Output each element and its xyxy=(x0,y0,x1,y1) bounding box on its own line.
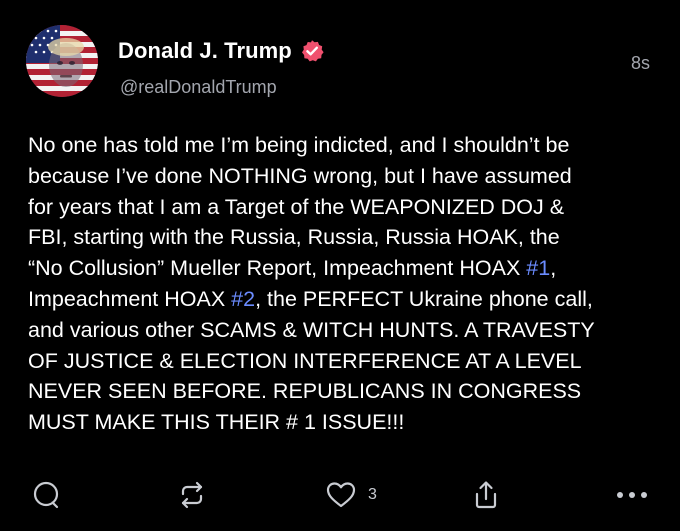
post-text-line: OF JUSTICE & ELECTION INTERFERENCE AT A … xyxy=(28,348,582,373)
reply-button[interactable] xyxy=(30,473,62,517)
verified-badge-icon xyxy=(300,39,324,63)
like-button[interactable]: 3 xyxy=(324,473,377,517)
post-text-segment: “No Collusion” Mueller Report, Impeachme… xyxy=(28,256,527,281)
repost-icon xyxy=(176,479,208,511)
profile-avatar[interactable] xyxy=(26,25,98,97)
post-text-line: NEVER SEEN BEFORE. REPUBLICANS IN CONGRE… xyxy=(28,379,582,404)
author-handle[interactable]: @realDonaldTrump xyxy=(120,77,277,98)
post-text-line: “No Collusion” Mueller Report, Impeachme… xyxy=(28,253,668,284)
avatar-image xyxy=(26,25,98,97)
post-text-segment: Impeachment HOAX xyxy=(28,286,232,311)
heart-icon xyxy=(324,479,358,511)
like-count: 3 xyxy=(368,486,377,503)
post-text-line: Impeachment HOAX #2, the PERFECT Ukraine… xyxy=(28,284,668,315)
hashtag-link[interactable]: #2 xyxy=(231,287,255,311)
author-display-name[interactable]: Donald J. Trump xyxy=(118,38,292,64)
author-name-row[interactable]: Donald J. Trump xyxy=(118,38,324,64)
post-text-segment: , the PERFECT Ukraine phone call, xyxy=(255,286,593,311)
post-text-line: because I’ve done NOTHING wrong, but I h… xyxy=(28,163,572,188)
post-text-line: and various other SCAMS & WITCH HUNTS. A… xyxy=(28,317,595,342)
post-action-bar: 3 xyxy=(0,473,680,517)
post-text-line: FBI, starting with the Russia, Russia, R… xyxy=(28,225,560,250)
hashtag-link[interactable]: #1 xyxy=(526,256,550,280)
post-text-line: MUST MAKE THIS THEIR # 1 ISSUE!!! xyxy=(28,410,405,435)
post-body: No one has told me I’m being indicted, a… xyxy=(28,130,668,438)
post-card: Donald J. Trump @realDonaldTrump 8s No o… xyxy=(0,0,680,531)
share-button[interactable] xyxy=(470,473,502,517)
post-text-line: No one has told me I’m being indicted, a… xyxy=(28,133,570,157)
post-text-line: for years that I am a Target of the WEAP… xyxy=(28,194,565,219)
repost-button[interactable] xyxy=(176,473,208,517)
share-icon xyxy=(470,479,502,511)
post-timestamp[interactable]: 8s xyxy=(631,53,650,74)
more-options-button[interactable] xyxy=(614,473,650,517)
reply-icon xyxy=(30,479,62,511)
more-icon xyxy=(614,479,650,511)
post-text-segment: , xyxy=(550,256,557,281)
